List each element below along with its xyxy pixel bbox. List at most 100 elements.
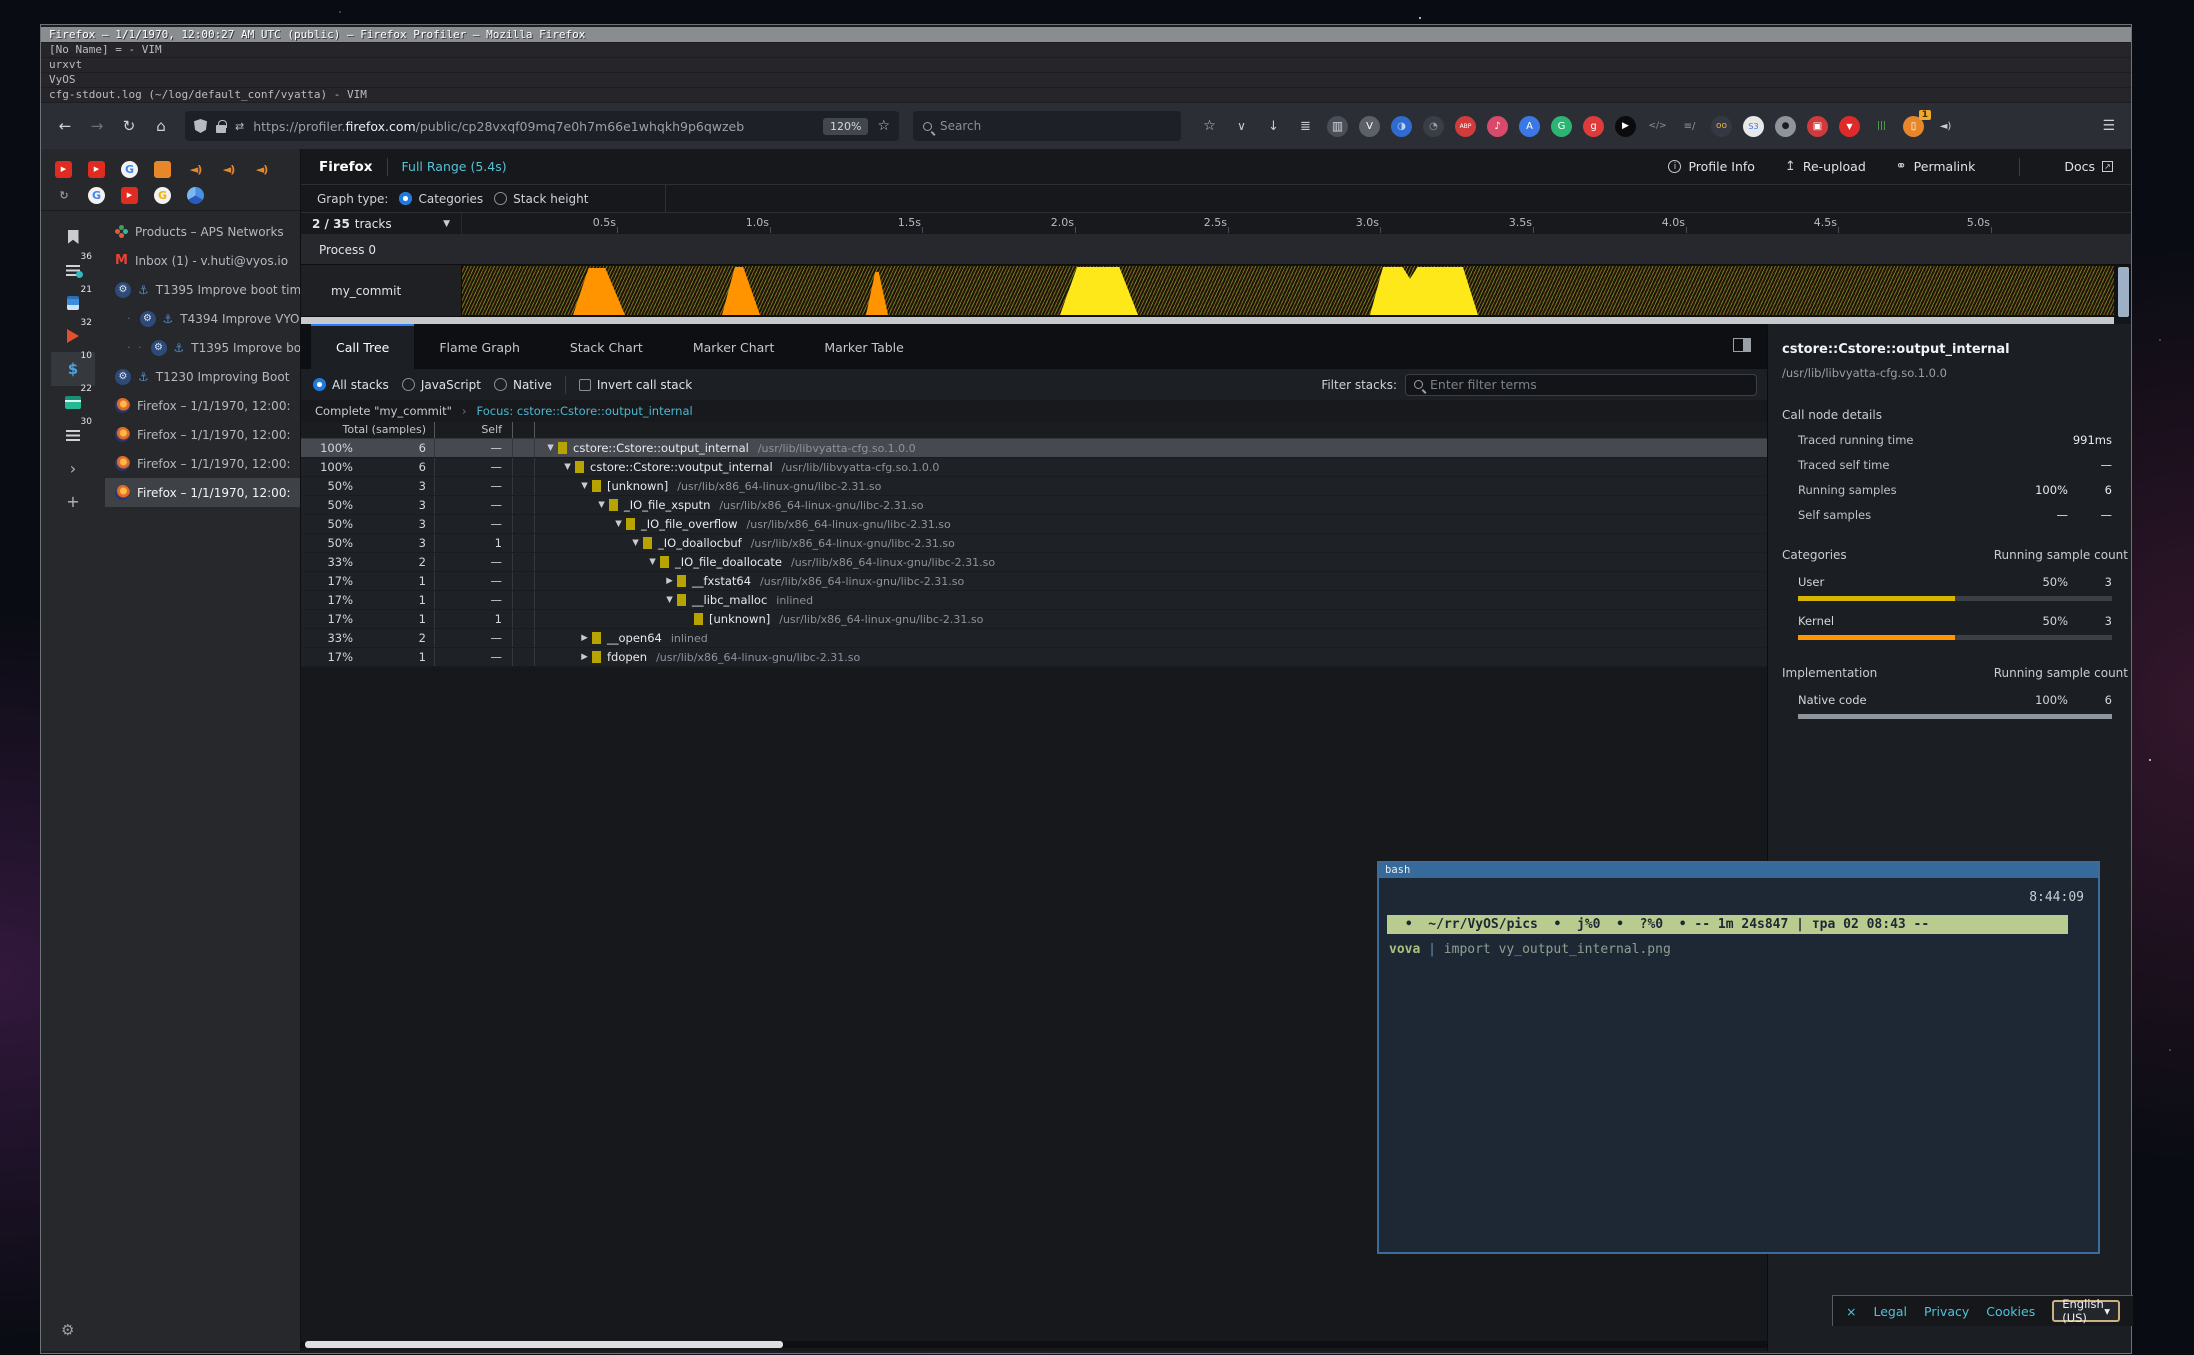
call-tree-row[interactable]: 50% 3 1 ▼ _IO_doallocbuf /usr/lib/x86_64…: [301, 534, 1767, 553]
volume-icon[interactable]: ◄): [1935, 116, 1956, 137]
reupload-button[interactable]: ↥Re-upload: [1785, 159, 1866, 174]
sidebar-tab-t1395-2[interactable]: · ·⚙⚓T1395 Improve boot: [105, 333, 300, 362]
google-favicon-2[interactable]: G: [88, 187, 105, 204]
track-activity-graph[interactable]: [462, 266, 2114, 315]
rgb-bars-icon[interactable]: |||: [1871, 116, 1892, 137]
call-tree-row[interactable]: 100% 6 — ▼ cstore::Cstore::output_intern…: [301, 439, 1767, 458]
library-icon[interactable]: ≣: [1295, 116, 1316, 137]
blue-ext-icon[interactable]: ◑: [1391, 116, 1412, 137]
audio-favicon-1[interactable]: ◄): [187, 161, 204, 178]
panel-tab[interactable]: Marker Chart: [668, 324, 800, 369]
red-ext-icon[interactable]: g: [1583, 116, 1604, 137]
terminal-titlebar[interactable]: bash: [1379, 863, 2098, 878]
trash-ext-icon[interactable]: ▯1: [1903, 116, 1924, 137]
sidebar-tab-firefox-1[interactable]: Firefox – 1/1/1970, 12:00:: [105, 391, 300, 420]
sidebar-tab-firefox-2[interactable]: Firefox – 1/1/1970, 12:00:: [105, 420, 300, 449]
wm-titlebar[interactable]: [No Name] = - VIM: [41, 43, 2131, 57]
call-tree-row[interactable]: 33% 2 — ▼ _IO_file_doallocate /usr/lib/x…: [301, 553, 1767, 572]
audio-favicon-2[interactable]: ◄): [220, 161, 237, 178]
stack-filter-radio[interactable]: All stacks: [313, 378, 389, 392]
google-favicon[interactable]: G: [121, 161, 138, 178]
cookies-link[interactable]: Cookies: [1986, 1304, 2035, 1319]
call-tree-row[interactable]: 33% 2 — ▶ __open64 inlined: [301, 629, 1767, 648]
wm-titlebar[interactable]: cfg-stdout.log (~/log/default_conf/vyatt…: [41, 88, 2131, 102]
process-row[interactable]: Process 0: [301, 235, 2131, 265]
adblock-icon[interactable]: ABP: [1455, 116, 1476, 137]
tracks-dropdown[interactable]: 2 / 35tracks▼: [301, 213, 462, 234]
column-self[interactable]: Self: [435, 422, 513, 438]
breadcrumb-focus[interactable]: Focus: cstore::Cstore::output_internal: [477, 404, 693, 418]
sidebar-tab-t1230[interactable]: ⚙⚓T1230 Improving Boot: [105, 362, 300, 391]
call-tree-horizontal-scrollbar[interactable]: [301, 1341, 1767, 1348]
permalink-button[interactable]: ⚭Permalink: [1896, 159, 1976, 174]
search-input[interactable]: Search: [913, 111, 1181, 141]
panel-tab[interactable]: Call Tree: [311, 324, 414, 369]
cube-favicon[interactable]: [154, 161, 171, 178]
expand-chevron-icon[interactable]: ›: [58, 458, 88, 478]
owl-icon[interactable]: oo: [1711, 116, 1732, 137]
youtube-clip-favicon[interactable]: ▶: [88, 161, 105, 178]
expand-arrow-icon[interactable]: ▼: [560, 462, 575, 472]
wm-titlebar[interactable]: Firefox — 1/1/1970, 12:00:27 AM UTC (pub…: [41, 27, 2131, 42]
youtube-favicon[interactable]: ▶: [55, 161, 72, 178]
translate-icon[interactable]: A: [1519, 116, 1540, 137]
graph-type-option[interactable]: Stack height: [494, 192, 588, 206]
refresh-favicon[interactable]: ↻: [55, 187, 72, 204]
google-account-favicon[interactable]: G: [154, 187, 171, 204]
stack-filter-radio[interactable]: JavaScript: [402, 378, 481, 392]
play-circle-icon[interactable]: ▶: [1615, 116, 1636, 137]
grammarly-icon[interactable]: G: [1551, 116, 1572, 137]
close-icon[interactable]: ×: [1846, 1304, 1856, 1319]
profile-info-button[interactable]: iProfile Info: [1668, 159, 1755, 174]
sidebar-tab-firefox-4-active[interactable]: Firefox – 1/1/1970, 12:00:: [105, 478, 300, 507]
invert-call-stack-checkbox[interactable]: Invert call stack: [579, 378, 692, 392]
expand-arrow-icon[interactable]: ▼: [577, 481, 592, 491]
track-label[interactable]: my_commit: [301, 265, 462, 316]
call-tree-row[interactable]: 50% 3 — ▼ _IO_file_overflow /usr/lib/x86…: [301, 515, 1767, 534]
tracking-shield-icon[interactable]: [194, 119, 207, 133]
download-icon[interactable]: ↓: [1263, 116, 1284, 137]
sidebar-settings-gear-icon[interactable]: ⚙: [61, 1321, 74, 1339]
list-group-icon[interactable]: 36: [58, 260, 88, 280]
permissions-icon[interactable]: ⇄: [235, 120, 244, 133]
expand-arrow-icon[interactable]: ▼: [611, 519, 626, 529]
legal-link[interactable]: Legal: [1873, 1304, 1907, 1319]
full-range-link[interactable]: Full Range (5.4s): [402, 159, 507, 174]
expand-arrow-icon[interactable]: ▼: [594, 500, 609, 510]
notes-group-icon[interactable]: 21: [58, 293, 88, 313]
code-icon[interactable]: </>: [1647, 116, 1668, 137]
expand-arrow-icon[interactable]: ▶: [577, 652, 592, 662]
zoom-level-badge[interactable]: 120%: [823, 118, 868, 135]
pin-icon[interactable]: ▼: [1839, 116, 1860, 137]
url-bar[interactable]: ⇄ https://profiler.firefox.com/public/cp…: [185, 111, 899, 141]
docs-button[interactable]: Docs↗: [2064, 159, 2113, 174]
language-select[interactable]: English (US)▾: [2052, 1300, 2120, 1322]
dark-ext-icon[interactable]: ◔: [1423, 116, 1444, 137]
vimium-icon[interactable]: V: [1359, 116, 1380, 137]
money-group-icon[interactable]: $10: [58, 359, 88, 379]
expand-arrow-icon[interactable]: ▼: [628, 538, 643, 548]
expand-arrow-icon[interactable]: ▶: [662, 576, 677, 586]
expand-arrow-icon[interactable]: ▶: [577, 633, 592, 643]
sidebar-tab-t1395[interactable]: ⚙⚓T1395 Improve boot time: [105, 275, 300, 304]
reload-icon[interactable]: ↻: [115, 112, 143, 140]
home-icon[interactable]: ⌂: [147, 112, 175, 140]
expand-arrow-icon[interactable]: ▼: [662, 595, 677, 605]
play-group-icon[interactable]: 32: [58, 326, 88, 346]
panel-tab[interactable]: Flame Graph: [414, 324, 545, 369]
terminal-window[interactable]: bash 8:44:09 • ~/rr/VyOS/pics • j%0 • ?%…: [1377, 861, 2100, 1254]
expand-arrow-icon[interactable]: ▼: [645, 557, 660, 567]
bookmark-page-icon[interactable]: ☆: [877, 118, 890, 134]
sidebar-tab-products[interactable]: Products – APS Networks: [105, 217, 300, 246]
timeline-vertical-scrollbar[interactable]: [2118, 267, 2129, 317]
sidebar-tab-inbox[interactable]: MInbox (1) - v.huti@vyos.io: [105, 246, 300, 275]
filter-stacks-input[interactable]: Enter filter terms: [1405, 374, 1757, 396]
pocket-icon[interactable]: ∨: [1231, 116, 1252, 137]
forward-icon[interactable]: →: [83, 112, 111, 140]
call-tree-row[interactable]: 17% 1 — ▶ __fxstat64 /usr/lib/x86_64-lin…: [301, 572, 1767, 591]
sidebar-tab-t4394[interactable]: ·⚙⚓T4394 Improve VYOS_: [105, 304, 300, 333]
s3-icon[interactable]: S3: [1743, 116, 1764, 137]
terminal-command-line[interactable]: vova | import vy_output_internal.png: [1387, 942, 2068, 957]
graph-type-option[interactable]: Categories: [399, 192, 483, 206]
panel-tab[interactable]: Marker Table: [799, 324, 929, 369]
